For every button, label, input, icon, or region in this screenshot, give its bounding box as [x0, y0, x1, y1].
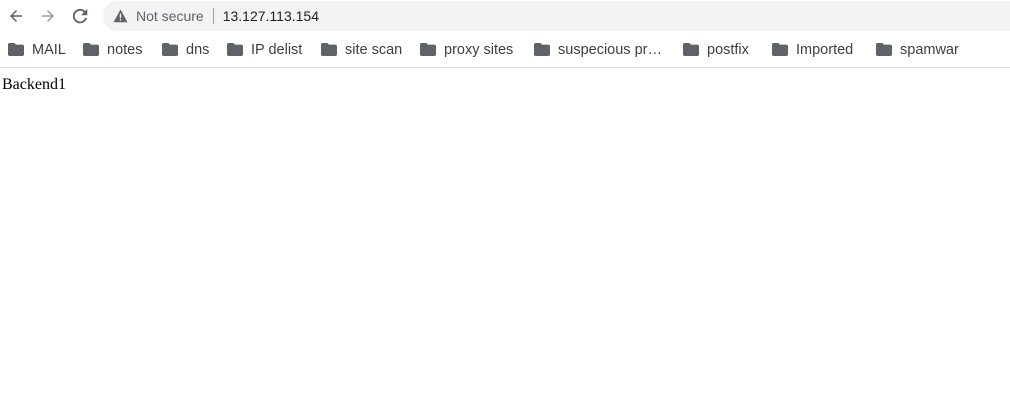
- warning-triangle-icon[interactable]: [112, 8, 128, 24]
- folder-icon: [321, 43, 337, 57]
- browser-window: Not secure 13.127.113.154 MAIL notes dns: [0, 0, 1010, 420]
- bookmark-label: notes: [107, 41, 143, 58]
- folder-icon: [683, 43, 699, 57]
- forward-button[interactable]: [37, 5, 59, 27]
- bookmark-folder-suspecious[interactable]: suspecious pr…: [534, 36, 664, 64]
- folder-icon: [876, 43, 892, 57]
- reload-button[interactable]: [69, 5, 91, 27]
- url-text[interactable]: 13.127.113.154: [223, 8, 319, 24]
- bookmark-folder-notes[interactable]: notes: [83, 36, 144, 64]
- page-content: Backend1: [0, 68, 1010, 420]
- back-button[interactable]: [5, 5, 27, 27]
- arrow-right-icon: [40, 8, 56, 24]
- bookmark-folder-dns[interactable]: dns: [162, 36, 211, 64]
- bookmark-folder-proxy-sites[interactable]: proxy sites: [420, 36, 515, 64]
- bookmark-label: site scan: [345, 41, 403, 58]
- bookmark-folder-mail[interactable]: MAIL: [8, 36, 68, 64]
- folder-icon: [162, 43, 178, 57]
- folder-icon: [227, 43, 243, 57]
- bookmark-folder-site-scan[interactable]: site scan: [321, 36, 404, 64]
- bookmark-folder-ip-delist[interactable]: IP delist: [227, 36, 304, 64]
- browser-toolbar: Not secure 13.127.113.154: [0, 0, 1010, 32]
- address-bar[interactable]: Not secure 13.127.113.154: [103, 1, 1010, 31]
- bookmark-folder-postfix[interactable]: postfix: [683, 36, 751, 64]
- bookmark-label: dns: [186, 41, 210, 58]
- reload-icon: [72, 8, 88, 24]
- bookmark-folder-spamwar[interactable]: spamwar: [876, 36, 961, 64]
- bookmarks-bar: MAIL notes dns IP delist site scan proxy…: [0, 33, 1010, 66]
- folder-icon: [420, 43, 436, 57]
- folder-icon: [83, 43, 99, 57]
- bookmark-label: MAIL: [32, 41, 66, 58]
- page-body-text: Backend1: [2, 76, 66, 93]
- omnibox-divider: [212, 8, 214, 24]
- bookmark-label: IP delist: [251, 41, 303, 58]
- folder-icon: [772, 43, 788, 57]
- bookmark-folder-imported[interactable]: Imported: [772, 36, 855, 64]
- folder-icon: [8, 43, 24, 57]
- bookmark-label: postfix: [707, 41, 749, 58]
- bookmark-label: Imported: [796, 41, 854, 58]
- arrow-left-icon: [8, 8, 24, 24]
- bookmark-label: suspecious pr…: [558, 41, 662, 58]
- bookmark-label: spamwar: [900, 41, 959, 58]
- bookmark-label: proxy sites: [444, 41, 514, 58]
- security-status-text[interactable]: Not secure: [136, 8, 204, 24]
- folder-icon: [534, 43, 550, 57]
